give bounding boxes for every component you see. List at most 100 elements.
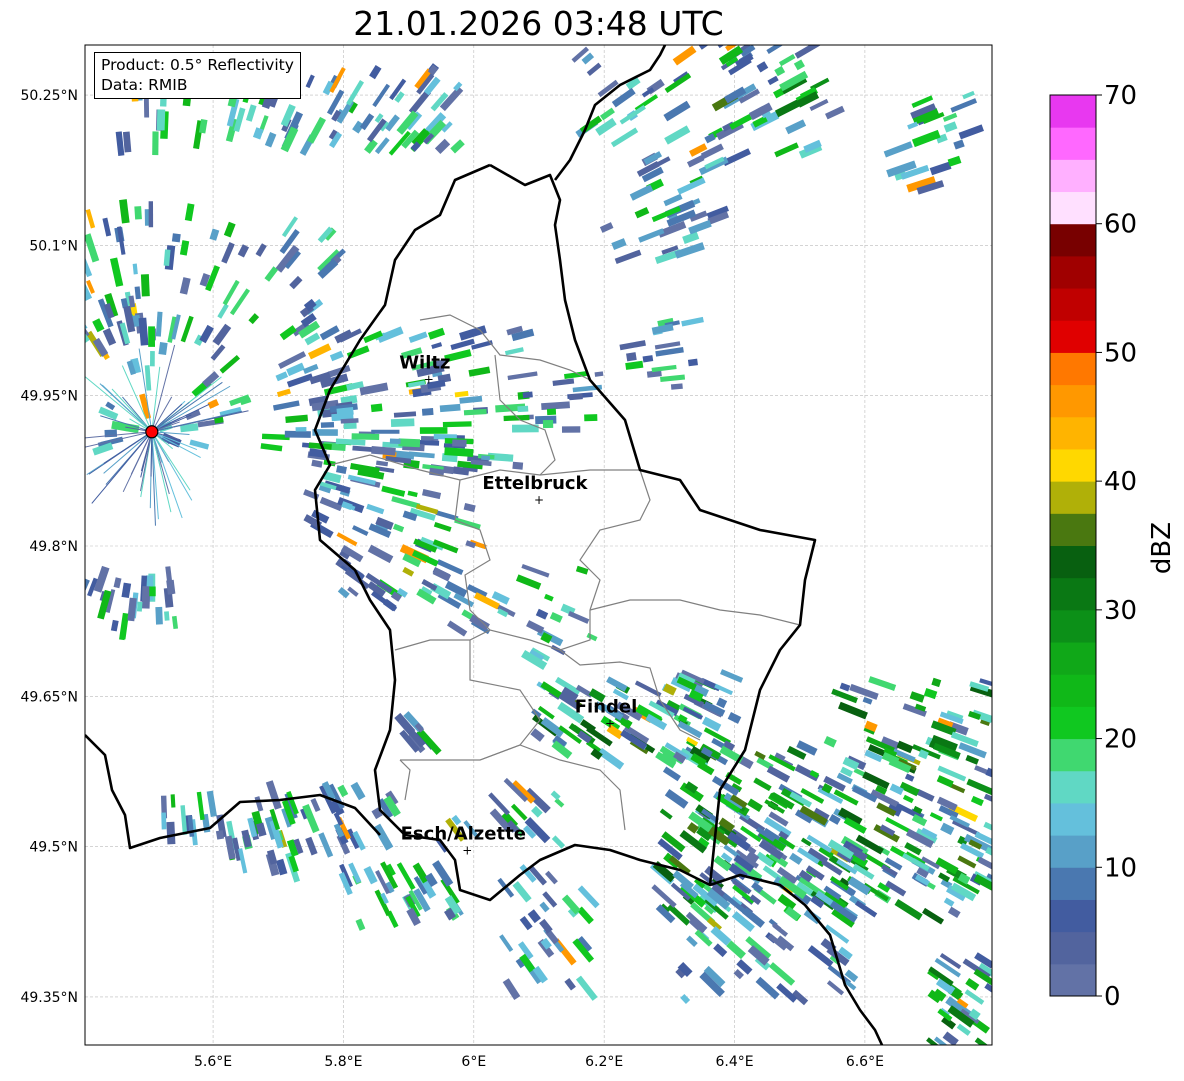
echo-cell bbox=[366, 503, 385, 515]
echo-cell bbox=[966, 778, 992, 796]
echo-cell bbox=[171, 615, 179, 630]
echo-cell bbox=[352, 445, 375, 453]
echo-cell bbox=[134, 206, 142, 220]
echo-cell bbox=[113, 577, 122, 589]
colorbar-bin bbox=[1050, 448, 1096, 482]
echo-cell bbox=[662, 766, 681, 782]
echo-cell bbox=[929, 161, 952, 176]
echo-cell bbox=[289, 275, 303, 290]
echo-cell bbox=[85, 315, 86, 327]
gridlines bbox=[85, 45, 992, 1045]
echo-cell bbox=[552, 378, 575, 387]
echo-cell bbox=[305, 836, 318, 856]
info-box: Product: 0.5° Reflectivity Data: RMIB bbox=[94, 52, 301, 99]
echo-cell bbox=[439, 403, 461, 413]
echo-cell bbox=[219, 354, 241, 374]
echo-cell bbox=[389, 438, 401, 444]
echo-cell bbox=[481, 455, 491, 461]
echo-cell bbox=[110, 619, 119, 632]
echo-cell bbox=[372, 83, 391, 108]
echo-cell bbox=[393, 411, 417, 418]
echo-cell bbox=[862, 771, 890, 790]
echo-cell bbox=[158, 342, 168, 355]
echo-cell bbox=[883, 141, 913, 158]
echo-cell bbox=[254, 796, 264, 812]
echo-cell bbox=[789, 852, 803, 865]
echo-cell bbox=[61, 591, 78, 619]
echo-cell bbox=[677, 177, 706, 195]
echo-cell bbox=[102, 328, 117, 346]
echo-cell bbox=[307, 116, 326, 144]
echo-cell bbox=[894, 899, 923, 921]
echo-cell bbox=[140, 274, 150, 297]
colorbar-bin bbox=[1050, 127, 1096, 160]
city-label: Findel bbox=[575, 696, 638, 717]
echo-cell bbox=[670, 383, 683, 390]
echo-cell bbox=[634, 680, 662, 698]
echo-cell bbox=[75, 574, 83, 584]
echo-cell bbox=[766, 765, 791, 783]
echo-cell bbox=[619, 105, 646, 125]
echo-cell bbox=[272, 400, 300, 411]
echo-cell bbox=[371, 429, 400, 434]
clutter-spoke bbox=[85, 431, 152, 439]
echo-cell bbox=[245, 104, 257, 122]
radar-site-marker bbox=[145, 425, 159, 439]
echo-cell bbox=[407, 490, 418, 498]
echo-cell bbox=[794, 45, 824, 59]
echo-cell bbox=[694, 929, 713, 947]
echo-cell bbox=[567, 610, 590, 624]
echo-cell bbox=[398, 438, 421, 448]
echo-cell bbox=[619, 340, 646, 351]
echo-cell bbox=[337, 784, 349, 798]
echo-cell bbox=[85, 312, 90, 338]
echo-cell bbox=[958, 124, 984, 140]
city-marker-icon: + bbox=[462, 844, 472, 858]
echo-cell bbox=[577, 885, 600, 909]
echo-cell bbox=[307, 343, 332, 360]
echo-cell bbox=[766, 45, 788, 54]
echo-cell bbox=[611, 238, 627, 251]
echo-cell bbox=[659, 808, 673, 820]
echo-cell bbox=[54, 321, 66, 334]
colorbar-bin bbox=[1050, 545, 1096, 579]
radar-map: +Wiltz+Ettelbruck+Findel+Esch/Alzette 5.… bbox=[20, 44, 1177, 1070]
echo-cell bbox=[823, 736, 837, 748]
echo-cell bbox=[305, 74, 315, 89]
echo-cell bbox=[452, 439, 467, 447]
colorbar-bin bbox=[1050, 384, 1096, 418]
echo-cell bbox=[73, 564, 84, 578]
echo-cell bbox=[664, 73, 692, 93]
echo-cell bbox=[119, 199, 130, 224]
echo-cell bbox=[229, 394, 250, 407]
echo-cell bbox=[276, 388, 291, 398]
echo-cell bbox=[180, 315, 194, 343]
echo-cell bbox=[238, 848, 248, 874]
echo-cell bbox=[295, 427, 307, 432]
echo-cell bbox=[527, 909, 541, 924]
colorbar-bin bbox=[1050, 674, 1096, 707]
colorbar-tick-label: 50 bbox=[1104, 338, 1137, 368]
echo-cell bbox=[148, 326, 155, 347]
echo-cell bbox=[286, 373, 314, 388]
echo-cell bbox=[350, 781, 366, 801]
echo-cell bbox=[551, 835, 566, 849]
echo-cell bbox=[402, 566, 415, 577]
echo-cell bbox=[463, 503, 476, 513]
echo-cell bbox=[839, 682, 851, 692]
colorbar-bin bbox=[1050, 513, 1096, 546]
colorbar-tick-label: 20 bbox=[1104, 725, 1137, 755]
colorbar-bin bbox=[1050, 931, 1096, 965]
echo-cell bbox=[223, 221, 236, 238]
echo-cell bbox=[432, 567, 452, 582]
colorbar-bin bbox=[1050, 899, 1096, 933]
echo-cell bbox=[642, 355, 654, 363]
echo-cell bbox=[929, 812, 943, 822]
echo-cell bbox=[463, 408, 487, 416]
echo-cell bbox=[957, 855, 977, 869]
colorbar-bin bbox=[1050, 642, 1096, 675]
echo-cell bbox=[747, 798, 763, 813]
product-label: Product: 0.5° Reflectivity bbox=[101, 56, 294, 74]
echo-cell bbox=[170, 794, 176, 808]
echo-cell bbox=[336, 532, 358, 547]
